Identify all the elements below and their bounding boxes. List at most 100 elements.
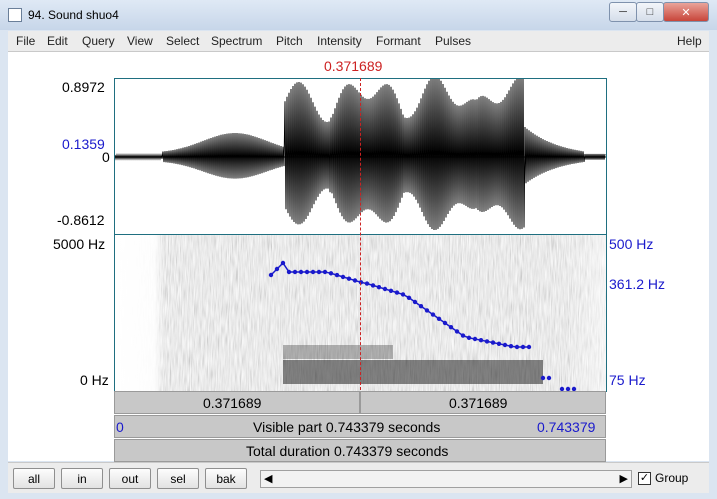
- pitch-point: [472, 336, 478, 342]
- pitch-point: [448, 325, 454, 330]
- right-selection-bar[interactable]: 0.371689: [360, 391, 606, 414]
- pitch-point: [466, 335, 472, 340]
- wave-zero-label: 0: [102, 149, 110, 165]
- app-icon: [8, 8, 22, 22]
- pitch-point: [514, 344, 520, 350]
- pitch-top-label: 500 Hz: [609, 236, 654, 252]
- pitch-point: [490, 340, 496, 345]
- pitch-point: [370, 283, 376, 288]
- maximize-button[interactable]: □: [636, 2, 664, 22]
- horizontal-scrollbar[interactable]: ◀ ▶: [260, 470, 632, 488]
- zoom-selection-button[interactable]: sel: [157, 468, 199, 489]
- pitch-point: [502, 342, 508, 348]
- pitch-point: [292, 269, 298, 275]
- visible-part-bar[interactable]: Visible part 0.743379 seconds: [114, 415, 606, 438]
- menu-formant[interactable]: Formant: [376, 34, 421, 48]
- total-duration-label: Total duration 0.743379 seconds: [246, 443, 449, 459]
- pitch-point: [418, 304, 424, 309]
- pitch-point: [310, 269, 316, 275]
- pitch-point: [442, 320, 448, 326]
- pitch-point: [460, 333, 466, 338]
- pitch-point: [526, 344, 532, 350]
- visible-end-label: 0.743379: [537, 419, 596, 435]
- pitch-point: [454, 329, 460, 334]
- right-time-label: 0.371689: [449, 395, 508, 411]
- pitch-point: [316, 269, 322, 275]
- bottom-toolbar: all in out sel bak ◀ ▶ ✓ Group: [8, 462, 709, 493]
- pitch-point: [478, 338, 484, 343]
- wave-min-label: -0.8612: [57, 212, 105, 228]
- praat-sound-window: 94. Sound shuo4 ─ □ ✕ File Edit Query Vi…: [0, 0, 717, 499]
- pitch-point: [546, 375, 552, 381]
- pitch-point: [298, 269, 304, 275]
- window-title: 94. Sound shuo4: [28, 8, 119, 22]
- pitch-point: [268, 272, 274, 278]
- wave-max-label: 0.8972: [62, 79, 105, 95]
- pitch-point: [376, 285, 382, 290]
- left-selection-bar[interactable]: 0.371689: [114, 391, 360, 414]
- visible-part-label: Visible part 0.743379 seconds: [253, 419, 441, 435]
- pitch-point: [406, 295, 412, 300]
- wave-cursor-value-label: 0.1359: [62, 136, 105, 152]
- total-duration-bar[interactable]: Total duration 0.743379 seconds: [114, 439, 606, 462]
- pitch-bottom-label: 75 Hz: [609, 372, 646, 388]
- pitch-point: [280, 260, 286, 266]
- pitch-point: [394, 290, 400, 295]
- close-icon: ✕: [681, 6, 691, 19]
- menu-pitch[interactable]: Pitch: [276, 34, 303, 48]
- menu-intensity[interactable]: Intensity: [317, 34, 362, 48]
- pitch-point: [540, 375, 546, 381]
- pitch-point: [400, 292, 406, 297]
- pitch-point: [496, 341, 502, 346]
- scroll-left-icon[interactable]: ◀: [264, 472, 272, 485]
- group-checkbox[interactable]: ✓: [638, 472, 651, 485]
- menu-help[interactable]: Help: [677, 34, 702, 48]
- pitch-point: [274, 266, 280, 272]
- pitch-point: [520, 344, 526, 350]
- pitch-point: [286, 269, 292, 275]
- pitch-point: [484, 339, 490, 344]
- zoom-out-button[interactable]: out: [109, 468, 151, 489]
- menu-query[interactable]: Query: [82, 34, 115, 48]
- close-button[interactable]: ✕: [663, 2, 709, 22]
- pitch-point: [364, 281, 370, 286]
- left-time-label: 0.371689: [203, 395, 262, 411]
- zoom-back-button[interactable]: bak: [205, 468, 247, 489]
- pitch-point: [346, 276, 352, 281]
- pitch-point: [334, 272, 340, 278]
- menu-file[interactable]: File: [16, 34, 35, 48]
- pitch-point: [328, 271, 334, 276]
- maximize-icon: □: [646, 6, 654, 18]
- pitch-point: [388, 288, 394, 293]
- pitch-point: [340, 274, 346, 280]
- zoom-all-button[interactable]: all: [13, 468, 55, 489]
- pitch-point: [508, 344, 514, 349]
- menu-select[interactable]: Select: [166, 34, 199, 48]
- cursor-time-label: 0.371689: [324, 58, 383, 74]
- pitch-point: [424, 308, 430, 313]
- pitch-point: [304, 269, 310, 275]
- zoom-in-button[interactable]: in: [61, 468, 103, 489]
- checkmark-icon: ✓: [639, 472, 650, 484]
- pitch-point: [322, 269, 328, 275]
- cursor-line: [360, 78, 361, 390]
- scroll-right-icon[interactable]: ▶: [620, 472, 628, 485]
- pitch-point: [352, 278, 358, 283]
- pitch-cursor-label: 361.2 Hz: [609, 276, 666, 292]
- group-label: Group: [655, 471, 689, 485]
- pitch-point: [436, 316, 442, 321]
- spectrogram-bottom-freq-label: 0 Hz: [80, 372, 109, 388]
- title-bar: 94. Sound shuo4 ─ □ ✕: [0, 0, 717, 30]
- minimize-icon: ─: [619, 6, 627, 18]
- visible-start-label: 0: [116, 419, 124, 435]
- menu-pulses[interactable]: Pulses: [435, 34, 471, 48]
- pitch-point: [412, 299, 418, 305]
- minimize-button[interactable]: ─: [609, 2, 637, 22]
- pitch-point: [430, 312, 436, 317]
- menu-view[interactable]: View: [127, 34, 153, 48]
- menu-spectrum[interactable]: Spectrum: [211, 34, 262, 48]
- spectrogram-top-freq-label: 5000 Hz: [53, 236, 106, 252]
- pitch-point: [382, 286, 388, 292]
- menu-edit[interactable]: Edit: [47, 34, 68, 48]
- menu-bar: File Edit Query View Select Spectrum Pit…: [8, 31, 709, 52]
